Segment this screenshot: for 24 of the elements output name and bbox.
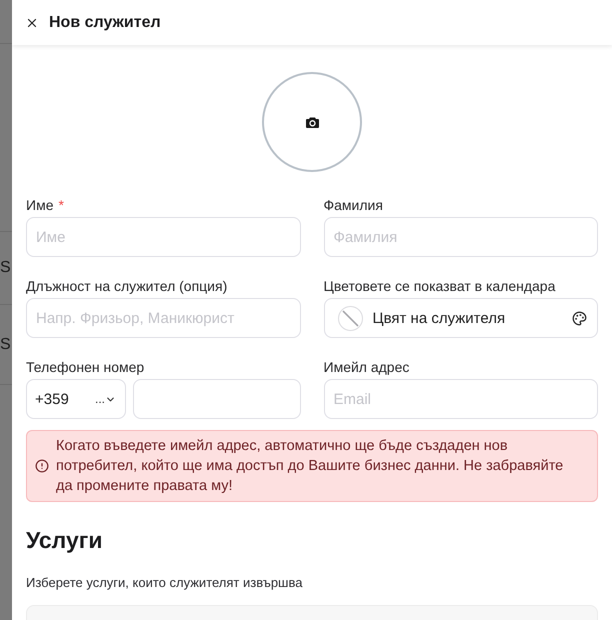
alert-icon: [35, 459, 49, 473]
field-label: Цветовете се показват в календара: [324, 277, 556, 296]
text-input[interactable]: Фамилия: [324, 217, 598, 257]
field-label: Длъжност на служител (опция): [26, 277, 228, 296]
text-input[interactable]: Име: [26, 217, 300, 257]
field-label: Имейл адрес: [324, 358, 410, 377]
section-title: Услуги: [26, 526, 104, 554]
field-label: Име: [26, 196, 54, 215]
empty-swatch-icon: [338, 306, 362, 330]
phone-input[interactable]: [133, 379, 300, 419]
section-hint: Изберете услуги, които служителят извършва: [26, 575, 304, 591]
required-mark: *: [58, 196, 64, 215]
color-picker-button[interactable]: Цвят на служителя: [324, 298, 598, 338]
country-code-select[interactable]: +359 ...: [26, 379, 126, 419]
camera-icon: [306, 116, 318, 128]
text-input[interactable]: Напр. Фризьор, Маникюрист: [26, 298, 300, 338]
field-label: Телефонен номер: [26, 358, 144, 377]
text-input[interactable]: Email: [324, 379, 598, 419]
alert-text: Когато въведете имейл адрес, автоматично ще бъде създаден нов потребител, който ще има достъп до Вашите бизнес данни. Не забравяйте да промените правата му!: [56, 437, 564, 496]
drawer-title: Нов служител: [49, 12, 161, 32]
backdrop-text: S: [0, 336, 11, 354]
palette-icon: [572, 310, 587, 326]
field-label: Фамилия: [324, 196, 383, 215]
backdrop-text: S: [0, 259, 11, 277]
